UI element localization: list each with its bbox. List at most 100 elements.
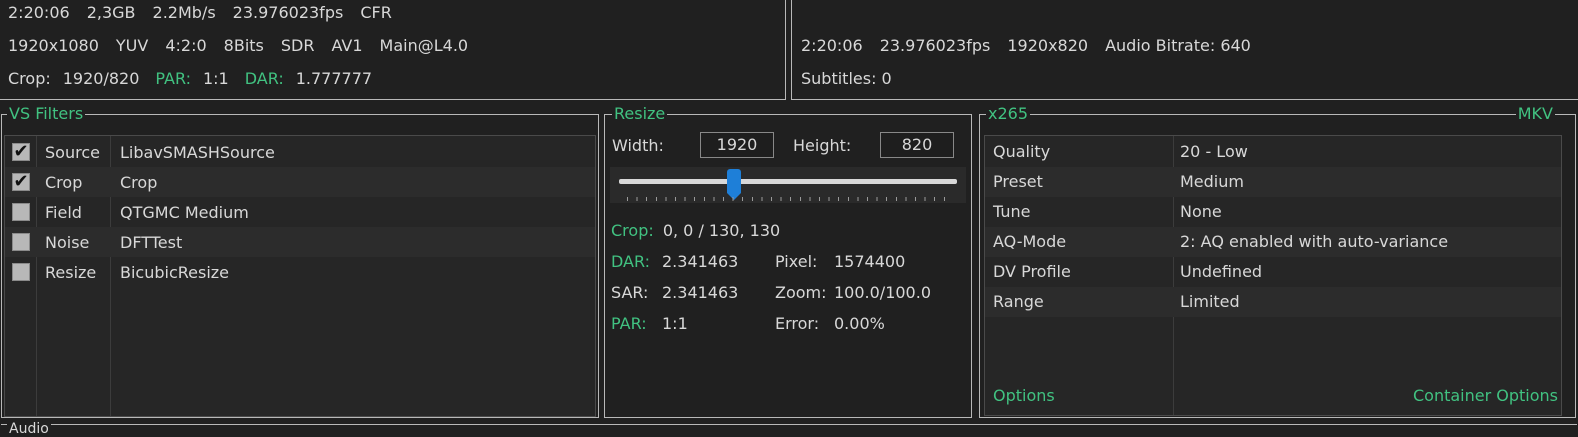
encoder-row[interactable]: DV Profile Undefined (985, 257, 1561, 287)
vs-filter-row[interactable]: ✔ Source LibavSMASHSource (5, 137, 595, 167)
encoder-option-value[interactable]: Undefined (1180, 262, 1262, 281)
vs-filter-name: Crop (45, 172, 83, 192)
vs-filter-row[interactable]: ✔ Crop Crop (5, 167, 595, 197)
audio-title: Audio (7, 421, 51, 437)
vs-filter-name: Resize (45, 262, 97, 282)
output-subtitles: Subtitles: 0 (801, 69, 892, 88)
vs-filters-title: VS Filters (7, 104, 86, 124)
encoder-option-value[interactable]: 20 - Low (1180, 142, 1248, 161)
width-input[interactable]: 1920 (700, 132, 774, 158)
encoder-group: x265 MKV Quality 20 - Low Preset Medium Tune… (979, 104, 1576, 418)
resize-crop-label: Crop: (611, 221, 654, 240)
vs-filter-row[interactable]: Field QTGMC Medium (5, 197, 595, 227)
source-colorspace: YUV (115, 36, 149, 55)
encoder-row[interactable]: Quality 20 - Low (985, 137, 1561, 167)
vs-filter-checkbox[interactable]: ✔ (12, 143, 30, 161)
encoder-option-key: AQ-Mode (993, 232, 1067, 251)
source-bitdepth: 8Bits (223, 36, 264, 55)
resize-par-value: 1:1 (662, 314, 688, 333)
source-resolution: 1920x1080 (8, 36, 99, 55)
vs-filters-list[interactable]: ✔ Source LibavSMASHSource ✔ Crop Crop Field QTG… (4, 135, 596, 417)
source-bitrate: 2.2Mb/s (152, 3, 216, 22)
source-duration: 2:20:06 (8, 3, 70, 22)
error-value: 0.00% (834, 314, 885, 333)
source-hdr: SDR (280, 36, 315, 55)
source-par-value: 1:1 (202, 69, 229, 88)
encoder-options-grid[interactable]: Quality 20 - Low Preset Medium Tune None AQ-Mo… (984, 135, 1562, 416)
vs-filter-value[interactable]: Crop (120, 173, 157, 192)
encoder-option-value[interactable]: 2: AQ enabled with auto-variance (1180, 232, 1448, 251)
vs-filter-value[interactable]: DFTTest (120, 233, 182, 252)
source-info-line2: 1920x1080 YUV 4:2:0 8Bits SDR AV1 Main@L… (8, 36, 468, 55)
source-info-line3: Crop: 1920/820 PAR: 1:1 DAR: 1.777777 (8, 69, 372, 88)
encoder-row[interactable]: Tune None (985, 197, 1561, 227)
source-crop-value: 1920/820 (62, 69, 140, 88)
source-crop-label: Crop: (8, 69, 51, 88)
output-info-line1: 2:20:06 23.976023fps 1920x820 Audio Bitr… (801, 36, 1251, 55)
vs-filter-value[interactable]: BicubicResize (120, 263, 229, 282)
sar-label: SAR: (611, 283, 649, 302)
output-info-panel: 2:20:06 23.976023fps 1920x820 Audio Bitr… (791, 0, 1578, 100)
resize-par-label: PAR: (611, 314, 647, 333)
error-label: Error: (775, 314, 820, 333)
source-chroma: 4:2:0 (165, 36, 207, 55)
vs-filter-value[interactable]: QTGMC Medium (120, 203, 249, 222)
source-dar-value: 1.777777 (295, 69, 373, 88)
resize-crop-row: Crop: 0, 0 / 130, 130 (611, 221, 780, 240)
source-codec: AV1 (331, 36, 363, 55)
vs-filter-value[interactable]: LibavSMASHSource (120, 143, 275, 162)
encoder-option-key: Quality (993, 142, 1051, 161)
resize-slider[interactable] (610, 167, 966, 203)
source-size: 2,3GB (86, 3, 136, 22)
vs-filter-row[interactable]: Resize BicubicResize (5, 257, 595, 287)
encoder-option-value[interactable]: Limited (1180, 292, 1240, 311)
container-title: MKV (1515, 104, 1555, 124)
vs-filter-row[interactable]: Noise DFTTest (5, 227, 595, 257)
encoder-row[interactable]: AQ-Mode 2: AQ enabled with auto-variance (985, 227, 1561, 257)
zoom-label: Zoom: (775, 283, 827, 302)
width-label: Width: (612, 136, 664, 155)
encoder-row[interactable]: Range Limited (985, 287, 1561, 317)
container-options-link[interactable]: Container Options (1413, 386, 1558, 405)
height-input[interactable]: 820 (880, 132, 954, 158)
resize-dar-value: 2.341463 (662, 252, 739, 271)
encoder-option-key: DV Profile (993, 262, 1071, 281)
output-duration: 2:20:06 (801, 36, 863, 55)
pixel-label: Pixel: (775, 252, 818, 271)
source-fps: 23.976023fps (232, 3, 344, 22)
vs-filter-checkbox[interactable] (12, 233, 30, 251)
vs-filter-checkbox[interactable] (12, 203, 30, 221)
vs-filter-checkbox[interactable]: ✔ (12, 173, 30, 191)
resize-title: Resize (612, 104, 668, 124)
vs-filter-name: Noise (45, 232, 90, 252)
encoder-option-value[interactable]: None (1180, 202, 1222, 221)
output-info-line2: Subtitles: 0 (801, 69, 892, 88)
vs-filter-name: Field (45, 202, 82, 222)
vs-filter-checkbox[interactable] (12, 263, 30, 281)
options-link[interactable]: Options (993, 386, 1055, 405)
output-resolution: 1920x820 (1007, 36, 1089, 55)
resize-crop-value: 0, 0 / 130, 130 (662, 221, 781, 240)
resize-dar-label: DAR: (611, 252, 650, 271)
output-audio-bitrate: Audio Bitrate: 640 (1105, 36, 1251, 55)
vs-filters-group: VS Filters ✔ Source LibavSMASHSource ✔ Crop C… (1, 104, 599, 418)
output-fps: 23.976023fps (879, 36, 991, 55)
source-framerate-mode: CFR (360, 3, 392, 22)
slider-thumb[interactable] (726, 169, 741, 200)
slider-track[interactable] (619, 179, 957, 184)
source-par-label: PAR: (155, 69, 191, 88)
encoder-row[interactable]: Preset Medium (985, 167, 1561, 197)
source-info-line1: 2:20:06 2,3GB 2.2Mb/s 23.976023fps CFR (8, 3, 392, 22)
slider-ticks (627, 197, 953, 201)
encoder-option-key: Tune (993, 202, 1031, 221)
encoder-option-key: Range (993, 292, 1044, 311)
zoom-value: 100.0/100.0 (834, 283, 931, 302)
height-label: Height: (793, 136, 852, 155)
encoder-title: x265 (986, 104, 1031, 124)
source-dar-label: DAR: (244, 69, 284, 88)
encoder-option-value[interactable]: Medium (1180, 172, 1244, 191)
sar-value: 2.341463 (662, 283, 739, 302)
pixel-value: 1574400 (834, 252, 906, 271)
vs-filter-name: Source (45, 142, 100, 162)
source-profile: Main@L4.0 (379, 36, 469, 55)
